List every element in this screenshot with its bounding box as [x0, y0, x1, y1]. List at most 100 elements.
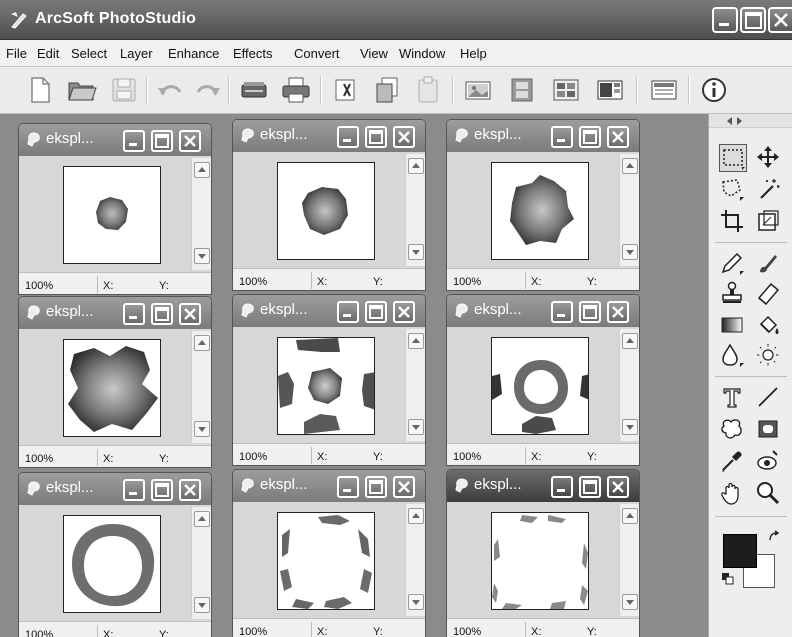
vertical-scrollbar[interactable]	[405, 329, 425, 441]
scroll-up-button[interactable]	[194, 335, 210, 351]
vertical-scrollbar[interactable]	[405, 504, 425, 616]
scroll-down-button[interactable]	[622, 244, 638, 260]
eraser-icon[interactable]	[755, 280, 783, 308]
document-title-bar[interactable]: ekspl...	[447, 295, 639, 327]
text-icon[interactable]	[719, 384, 747, 412]
document-close-button[interactable]	[607, 476, 629, 498]
document-close-button[interactable]	[179, 479, 201, 501]
active-document-window[interactable]: ekspl... 100% X: Y:	[446, 469, 640, 637]
document-window[interactable]: ekspl... 100% X: Y:	[18, 123, 212, 295]
scroll-down-button[interactable]	[622, 419, 638, 435]
copy-icon[interactable]	[372, 74, 404, 106]
document-title-bar[interactable]: ekspl...	[19, 297, 211, 329]
pencil-icon[interactable]	[719, 250, 747, 278]
image-canvas[interactable]	[63, 166, 161, 264]
document-title-bar[interactable]: ekspl...	[447, 470, 639, 502]
frame-icon[interactable]	[755, 416, 783, 444]
document-window[interactable]: ekspl... 100% X: Y:	[232, 469, 426, 637]
document-minimize-button[interactable]	[123, 479, 145, 501]
image-canvas[interactable]	[491, 512, 589, 610]
redo-icon[interactable]	[192, 74, 224, 106]
undo-icon[interactable]	[154, 74, 186, 106]
document-title-bar[interactable]: ekspl...	[233, 470, 425, 502]
open-folder-icon[interactable]	[66, 74, 98, 106]
close-button[interactable]	[768, 7, 792, 33]
foreground-color-swatch[interactable]	[723, 534, 757, 568]
document-close-button[interactable]	[393, 301, 415, 323]
line-icon[interactable]	[755, 384, 783, 412]
organizer-icon[interactable]	[550, 74, 582, 106]
document-close-button[interactable]	[179, 130, 201, 152]
scroll-down-button[interactable]	[408, 594, 424, 610]
photo-icon[interactable]	[462, 74, 494, 106]
maximize-button[interactable]	[740, 7, 766, 33]
print-icon[interactable]	[280, 74, 312, 106]
scroll-up-button[interactable]	[408, 333, 424, 349]
rect-select-icon[interactable]	[719, 144, 747, 172]
document-close-button[interactable]	[607, 126, 629, 148]
document-minimize-button[interactable]	[337, 476, 359, 498]
document-window[interactable]: ekspl... 100% X: Y:	[446, 119, 640, 291]
scroll-down-button[interactable]	[408, 419, 424, 435]
document-window[interactable]: ekspl... 100% X: Y:	[232, 294, 426, 466]
menu-select[interactable]: Select	[71, 46, 107, 61]
document-window[interactable]: ekspl... 100% X: Y:	[232, 119, 426, 291]
menu-window[interactable]: Window	[399, 46, 445, 61]
vertical-scrollbar[interactable]	[619, 154, 639, 266]
document-maximize-button[interactable]	[579, 126, 601, 148]
document-maximize-button[interactable]	[579, 476, 601, 498]
crop-icon[interactable]	[719, 208, 747, 236]
cut-icon[interactable]	[330, 74, 362, 106]
swap-colors-icon[interactable]	[767, 530, 781, 544]
scroll-up-button[interactable]	[622, 508, 638, 524]
image-canvas[interactable]	[491, 337, 589, 435]
image-canvas[interactable]	[491, 162, 589, 260]
document-window[interactable]: ekspl... 100% X: Y:	[18, 296, 212, 468]
vertical-scrollbar[interactable]	[191, 158, 211, 270]
dodge-icon[interactable]	[755, 342, 783, 370]
document-title-bar[interactable]: ekspl...	[19, 124, 211, 156]
document-window[interactable]: ekspl... 100% X: Y:	[18, 472, 212, 637]
image-canvas[interactable]	[63, 339, 161, 437]
vertical-scrollbar[interactable]	[405, 154, 425, 266]
image-canvas[interactable]	[277, 512, 375, 610]
document-close-button[interactable]	[179, 303, 201, 325]
scroll-down-button[interactable]	[194, 248, 210, 264]
filmstrip-icon[interactable]	[506, 74, 538, 106]
info-icon[interactable]	[698, 74, 730, 106]
document-maximize-button[interactable]	[365, 301, 387, 323]
panel-collapse-grip[interactable]	[709, 114, 792, 128]
scroll-up-button[interactable]	[194, 511, 210, 527]
hand-icon[interactable]	[719, 480, 747, 508]
menu-effects[interactable]: Effects	[233, 46, 273, 61]
menu-help[interactable]: Help	[460, 46, 487, 61]
document-title-bar[interactable]: ekspl...	[19, 473, 211, 505]
menu-view[interactable]: View	[360, 46, 388, 61]
red-eye-icon[interactable]	[755, 448, 783, 476]
document-title-bar[interactable]: ekspl...	[447, 120, 639, 152]
menu-enhance[interactable]: Enhance	[168, 46, 219, 61]
vertical-scrollbar[interactable]	[619, 504, 639, 616]
document-maximize-button[interactable]	[365, 476, 387, 498]
blur-drop-icon[interactable]	[719, 342, 747, 370]
magic-wand-icon[interactable]	[755, 176, 783, 204]
vertical-scrollbar[interactable]	[191, 331, 211, 443]
paint-bucket-icon[interactable]	[755, 312, 783, 340]
scroll-up-button[interactable]	[408, 508, 424, 524]
document-window[interactable]: ekspl... 100% X: Y:	[446, 294, 640, 466]
scroll-up-button[interactable]	[408, 158, 424, 174]
menu-edit[interactable]: Edit	[37, 46, 59, 61]
document-maximize-button[interactable]	[579, 301, 601, 323]
slideshow-icon[interactable]	[594, 74, 626, 106]
document-title-bar[interactable]: ekspl...	[233, 120, 425, 152]
image-canvas[interactable]	[63, 515, 161, 613]
clone-stamp-icon[interactable]	[719, 280, 747, 308]
menu-convert[interactable]: Convert	[294, 46, 340, 61]
scroll-up-button[interactable]	[622, 158, 638, 174]
document-close-button[interactable]	[393, 476, 415, 498]
minimize-button[interactable]	[712, 7, 738, 33]
move-icon[interactable]	[755, 144, 783, 172]
menu-file[interactable]: File	[6, 46, 27, 61]
vertical-scrollbar[interactable]	[191, 507, 211, 619]
document-minimize-button[interactable]	[337, 126, 359, 148]
